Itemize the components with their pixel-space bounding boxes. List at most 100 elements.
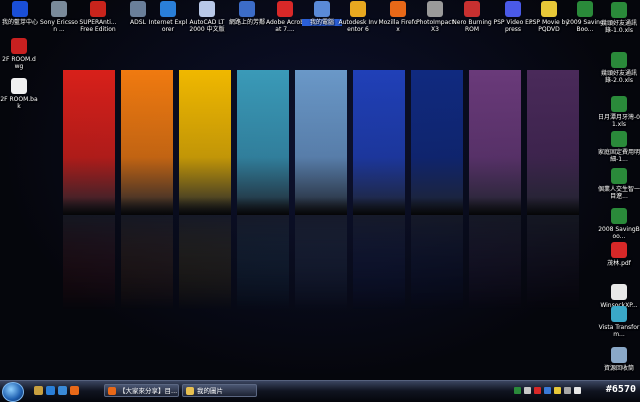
bak-file-icon <box>11 78 27 94</box>
wallpaper-strip <box>469 70 521 215</box>
ie-icon <box>160 1 176 17</box>
wallpaper-strip-horizon <box>179 197 231 215</box>
wallpaper-strip-reflection <box>121 215 173 310</box>
dwg-file-icon <box>11 38 27 54</box>
system-tray: #6570 <box>510 381 640 401</box>
wallpaper-strip <box>353 70 405 215</box>
wallpaper-strip-reflection <box>353 215 405 310</box>
desktop-icon[interactable]: 資源回收筒 <box>598 347 640 372</box>
desktop-icon[interactable]: Nero Burning ROM <box>452 1 492 33</box>
desktop-icon[interactable]: 2F ROOM.dwg <box>0 38 38 70</box>
desktop-icon-label: 我的藍芽中心 <box>1 19 38 26</box>
media-player-icon[interactable] <box>58 386 67 395</box>
taskbar-button[interactable]: 【大家來分享】目... <box>104 384 179 397</box>
wallpaper-strip-horizon <box>469 197 521 215</box>
taskbar-button[interactable]: 我的圖片 <box>182 384 257 397</box>
volume-icon[interactable] <box>574 387 581 394</box>
desktop-icon-label: Mozilla Firefox <box>378 19 418 33</box>
desktop-icon[interactable]: 茂林.pdf <box>598 242 640 267</box>
desktop-icon[interactable]: PhotoImpact X3 <box>415 1 455 33</box>
firefox-icon[interactable] <box>70 386 79 395</box>
excel-file-icon <box>577 1 593 17</box>
psp-movie-icon <box>541 1 557 17</box>
desktop-icon[interactable]: AutoCAD LT 2000 中文版 <box>187 1 227 33</box>
desktop-icon[interactable]: Internet Explorer <box>148 1 188 33</box>
wallpaper-strip-horizon <box>527 197 579 215</box>
tray-icon-4[interactable] <box>544 387 551 394</box>
desktop-icon[interactable]: Sony Ericsson ... <box>39 1 79 33</box>
recycle-bin-icon <box>611 347 627 363</box>
desktop-icon[interactable]: Vista Transform... <box>598 306 640 338</box>
desktop-icon-label: 我的電腦 <box>302 19 342 26</box>
desktop-icon-label: 2F ROOM.dwg <box>2 56 36 70</box>
windows-start-icon[interactable] <box>2 382 24 402</box>
tray-icon-5[interactable] <box>554 387 561 394</box>
wallpaper-strip-horizon <box>353 197 405 215</box>
desktop-icon-label: 家庭固定費用明細-1... <box>598 149 640 163</box>
desktop-icon[interactable]: 我的藍芽中心 <box>0 1 40 26</box>
desktop-icon-label: Sony Ericsson ... <box>40 19 78 33</box>
desktop-icon[interactable]: 個業人交生智一目遼... <box>598 168 640 200</box>
wallpaper-strip-horizon <box>237 197 289 215</box>
wallpaper-strip-reflection <box>527 215 579 310</box>
desktop-icon-label: PSP Video Express <box>493 19 533 33</box>
phone-icon <box>51 1 67 17</box>
excel-file-icon <box>611 168 627 184</box>
psp-video-icon <box>505 1 521 17</box>
desktop-icon[interactable]: 2F ROOM.bak <box>0 78 38 110</box>
desktop-icon-label: 幾頭好友通訊錄-1.0.xls <box>600 20 637 34</box>
show-desktop-icon[interactable] <box>34 386 43 395</box>
desktop: 我的藍芽中心 Sony Ericsson ... SUPERAnti... Free… <box>0 0 640 380</box>
wallpaper-strip-horizon <box>63 197 115 215</box>
desktop-icon-label: 資源回收筒 <box>603 365 634 372</box>
wallpaper-strip-reflection <box>411 215 463 310</box>
excel-file-icon <box>611 131 627 147</box>
desktop-icon-label: 日月潭月牙灣-01.xls <box>598 114 640 128</box>
excel-file-icon <box>611 52 627 68</box>
bluetooth-icon <box>12 1 28 17</box>
pdf-file-icon <box>611 242 627 258</box>
desktop-icon-label: 個業人交生智一目遼... <box>598 186 640 200</box>
ie-icon[interactable] <box>46 386 55 395</box>
nero-icon <box>464 1 480 17</box>
tray-icon-3[interactable] <box>534 387 541 394</box>
wallpaper-strip <box>411 70 463 215</box>
desktop-icon-label: Autodesk Inventor 6 <box>338 19 378 33</box>
inventor-icon <box>350 1 366 17</box>
desktop-icon-label: SUPERAnti... Free Edition <box>79 19 117 33</box>
desktop-icon[interactable]: 2008 SavingBoo... <box>598 208 640 240</box>
desktop-icon-label: 幾頭好友通訊錄-2.0.xls <box>600 70 637 84</box>
desktop-icon[interactable]: PSP Video Express <box>493 1 533 33</box>
excel-file-icon <box>611 208 627 224</box>
desktop-icon[interactable]: 家庭固定費用明細-1... <box>598 131 640 163</box>
wallpaper-strip <box>295 70 347 215</box>
wallpaper-strip-horizon <box>295 197 347 215</box>
desktop-icon[interactable]: Mozilla Firefox <box>378 1 418 33</box>
computer-icon <box>314 1 330 17</box>
acrobat-icon <box>277 1 293 17</box>
desktop-icon[interactable]: Autodesk Inventor 6 <box>338 1 378 33</box>
desktop-icon[interactable]: PSP Movie by PQDVD <box>529 1 569 33</box>
tray-icon-6[interactable] <box>564 387 571 394</box>
wallpaper-strip-reflection <box>237 215 289 310</box>
wallpaper-strip-reflection <box>179 215 231 310</box>
clock[interactable]: #6570 <box>606 384 636 395</box>
wallpaper-strip <box>63 70 115 215</box>
desktop-icon[interactable]: 幾頭好友通訊錄-1.0.xls <box>598 2 640 34</box>
desktop-icon[interactable]: 網路上的芳鄰 <box>227 1 267 26</box>
wallpaper-strip-horizon <box>121 197 173 215</box>
vista-transform-icon <box>611 306 627 322</box>
wallpaper-strip <box>527 70 579 215</box>
desktop-icon-label: 網路上的芳鄰 <box>228 19 265 26</box>
desktop-icon[interactable]: 我的電腦 <box>302 1 342 26</box>
tray-icon-2[interactable] <box>524 387 531 394</box>
desktop-icon[interactable]: Adobe Acrobat 7.... <box>265 1 305 33</box>
firefox-icon <box>108 387 116 395</box>
desktop-icon[interactable]: SUPERAnti... Free Edition <box>78 1 118 33</box>
desktop-icon[interactable]: 日月潭月牙灣-01.xls <box>598 96 640 128</box>
desktop-icon-label: 茂林.pdf <box>607 260 631 267</box>
network-icon <box>130 1 146 17</box>
desktop-icon[interactable]: 幾頭好友通訊錄-2.0.xls <box>598 52 640 84</box>
tray-icon-1[interactable] <box>514 387 521 394</box>
wallpaper-strip-reflection <box>295 215 347 310</box>
